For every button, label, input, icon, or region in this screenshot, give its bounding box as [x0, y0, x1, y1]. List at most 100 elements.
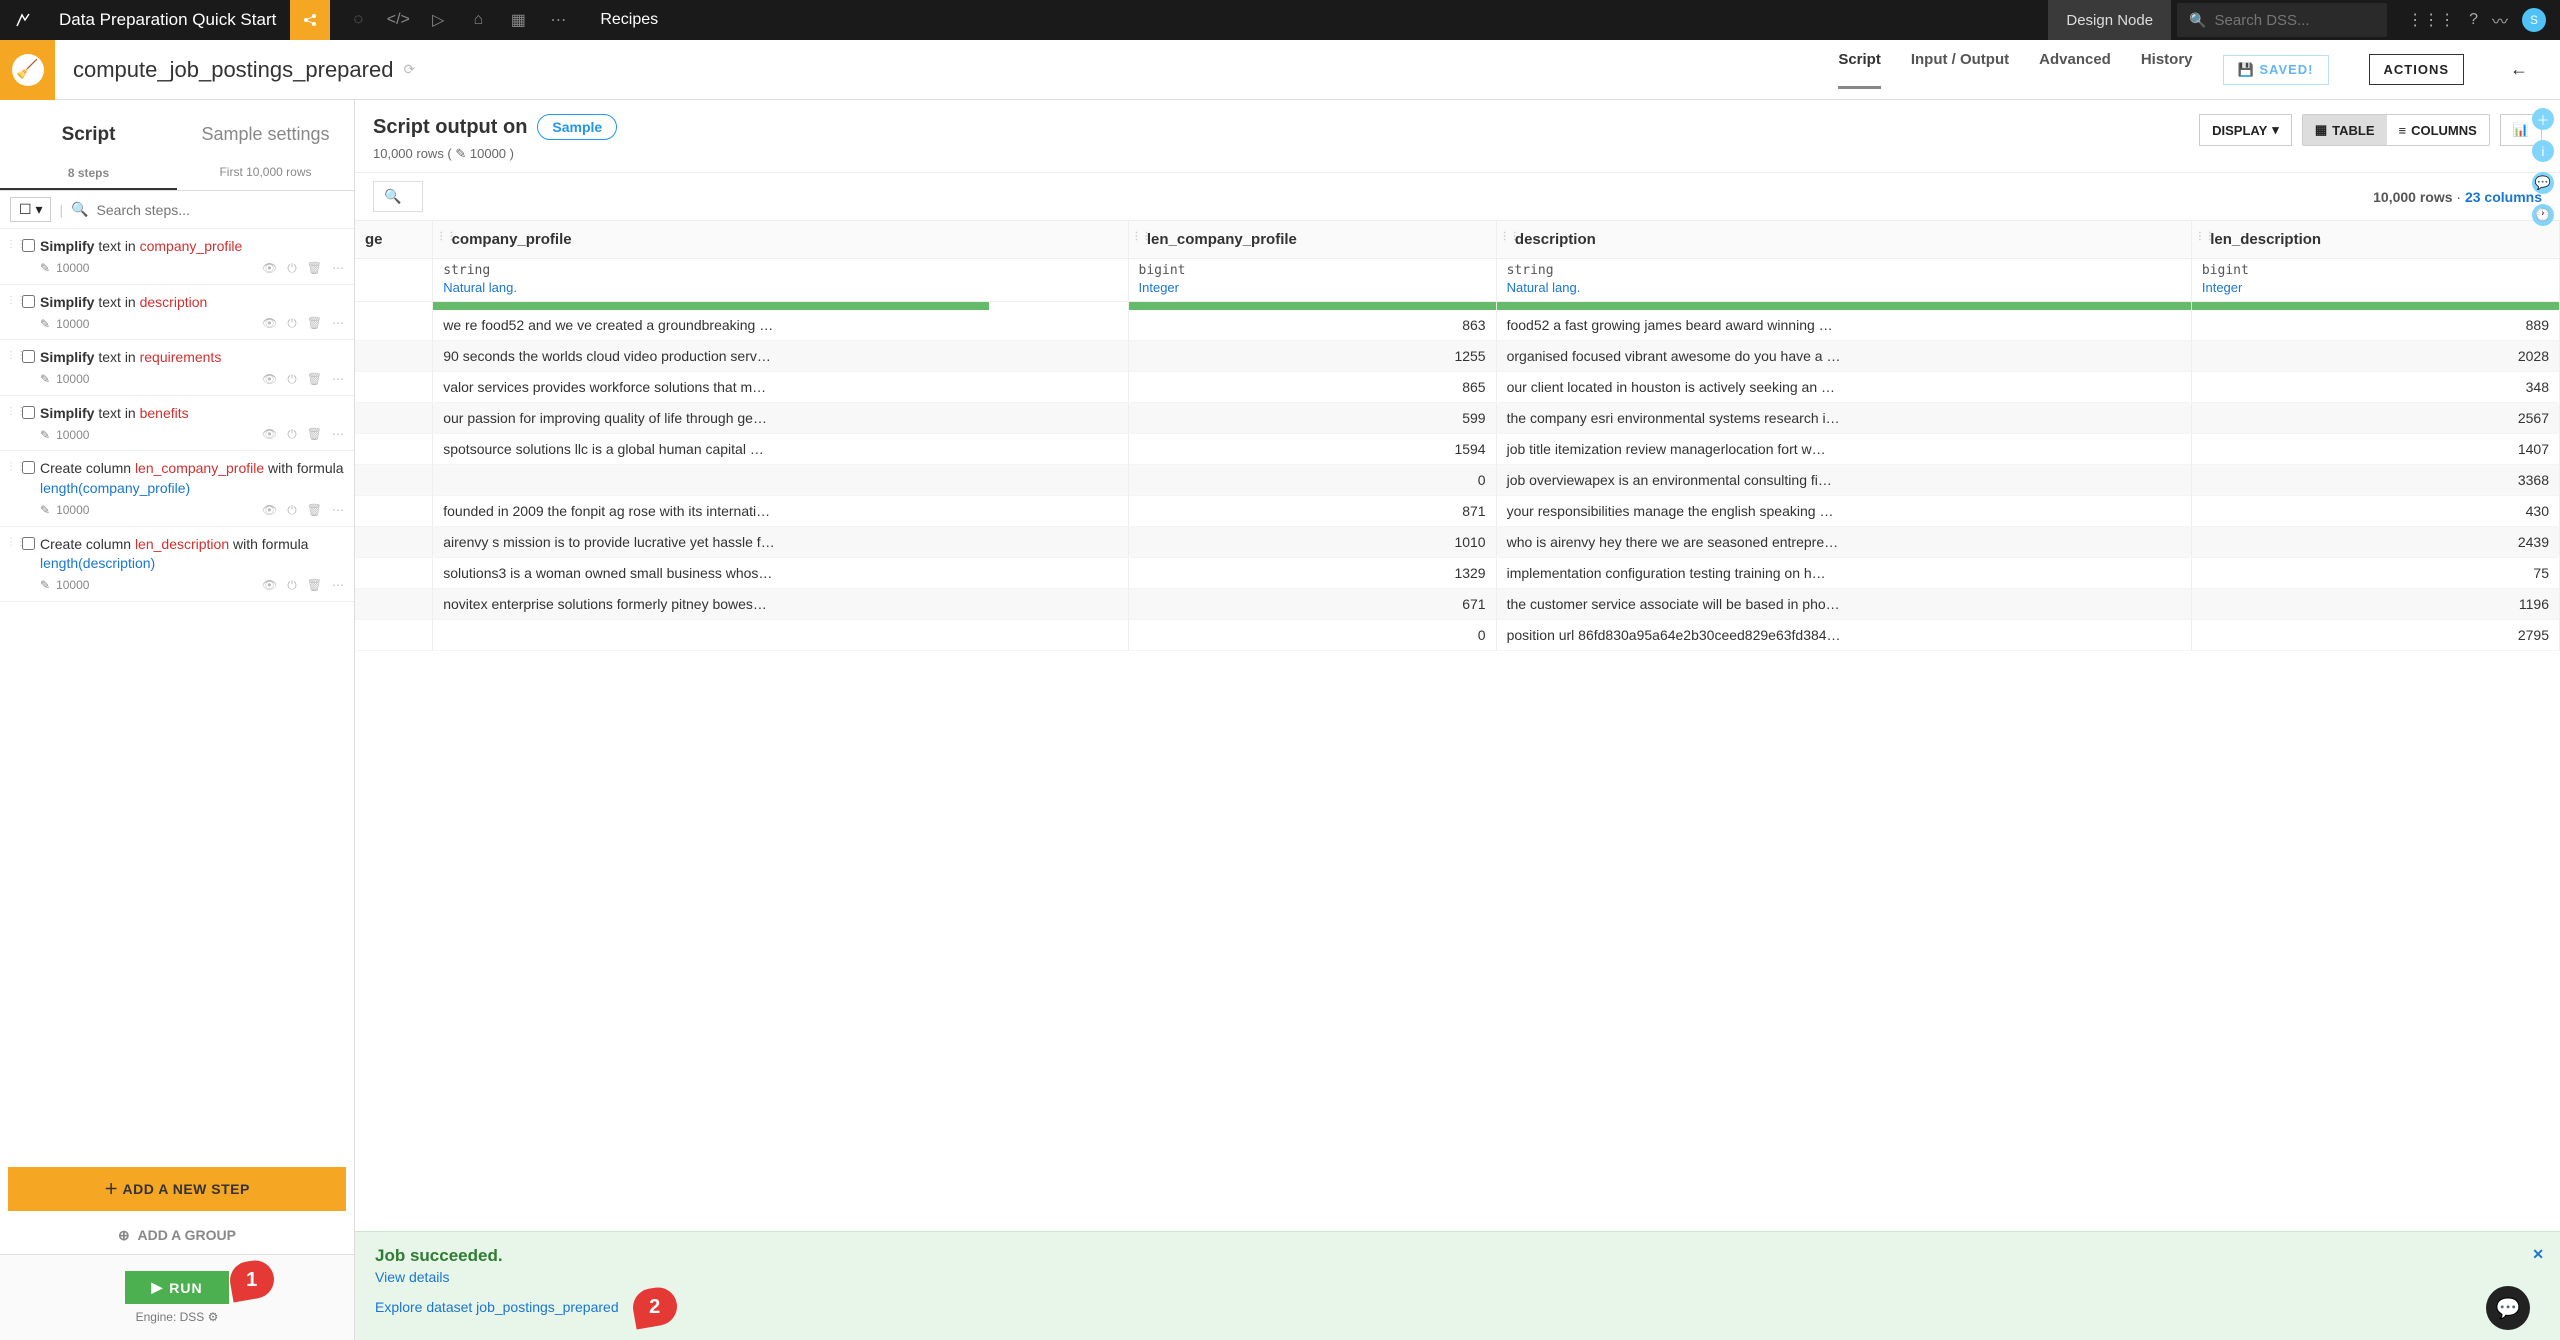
trash-icon[interactable]: 🗑: [307, 503, 322, 518]
power-icon[interactable]: ⏻: [287, 261, 297, 276]
column-header[interactable]: ⋮⋮ len_description: [2191, 221, 2559, 259]
table-cell[interactable]: 0: [1128, 465, 1496, 496]
explore-dataset-link[interactable]: Explore dataset job_postings_prepared: [375, 1299, 619, 1315]
table-cell[interactable]: 3368: [2191, 465, 2559, 496]
code-icon[interactable]: </>: [378, 0, 418, 40]
add-step-button[interactable]: ＋ ADD A NEW STEP: [8, 1167, 346, 1211]
script-tab[interactable]: Script 8 steps: [0, 100, 177, 190]
actions-button[interactable]: ACTIONS: [2369, 54, 2465, 85]
table-cell[interactable]: 0: [1128, 620, 1496, 651]
table-cell[interactable]: 865: [1128, 372, 1496, 403]
table-cell[interactable]: solutions3 is a woman owned small busine…: [433, 558, 1128, 589]
table-cell[interactable]: [433, 465, 1128, 496]
sample-button[interactable]: Sample: [537, 114, 617, 140]
column-semantic[interactable]: Integer: [2191, 280, 2559, 302]
table-cell[interactable]: food52 a fast growing james beard award …: [1496, 310, 2191, 341]
eye-icon[interactable]: 👁: [262, 578, 277, 593]
table-cell[interactable]: job title itemization review managerloca…: [1496, 434, 2191, 465]
step-checkbox[interactable]: [22, 295, 35, 308]
table-cell[interactable]: 75: [2191, 558, 2559, 589]
table-cell[interactable]: 1010: [1128, 527, 1496, 558]
search-input[interactable]: [2215, 12, 2376, 29]
table-cell[interactable]: 863: [1128, 310, 1496, 341]
table-cell[interactable]: implementation configuration testing tra…: [1496, 558, 2191, 589]
table-cell[interactable]: [433, 620, 1128, 651]
table-cell[interactable]: 90 seconds the worlds cloud video produc…: [433, 341, 1128, 372]
lab-icon[interactable]: ⌂: [458, 0, 498, 40]
design-node-label[interactable]: Design Node: [2048, 0, 2171, 40]
dataiku-logo[interactable]: [0, 0, 45, 40]
column-semantic[interactable]: Integer: [1128, 280, 1496, 302]
more-icon[interactable]: ⋯: [538, 0, 578, 40]
eye-icon[interactable]: 👁: [262, 316, 277, 331]
play-icon[interactable]: ▷: [418, 0, 458, 40]
table-cell[interactable]: position url 86fd830a95a64e2b30ceed829e6…: [1496, 620, 2191, 651]
more-icon[interactable]: ⋯: [332, 427, 344, 442]
table-cell[interactable]: 889: [2191, 310, 2559, 341]
power-icon[interactable]: ⏻: [287, 316, 297, 331]
apps-icon[interactable]: ⋮⋮⋮: [2407, 10, 2455, 30]
table-cell[interactable]: 1407: [2191, 434, 2559, 465]
help-icon[interactable]: ?: [2469, 11, 2478, 29]
power-icon[interactable]: ⏻: [287, 578, 297, 593]
table-cell[interactable]: job overviewapex is an environmental con…: [1496, 465, 2191, 496]
trash-icon[interactable]: 🗑: [307, 316, 322, 331]
table-cell[interactable]: airenvy s mission is to provide lucrativ…: [433, 527, 1128, 558]
more-icon[interactable]: ⋯: [332, 316, 344, 331]
section-label[interactable]: Recipes: [578, 11, 680, 29]
table-cell[interactable]: valor services provides workforce soluti…: [433, 372, 1128, 403]
table-cell[interactable]: your responsibilities manage the english…: [1496, 496, 2191, 527]
trash-icon[interactable]: 🗑: [307, 427, 322, 442]
step-checkbox[interactable]: [22, 537, 35, 550]
table-cell[interactable]: our passion for improving quality of lif…: [433, 403, 1128, 434]
table-cell[interactable]: we re food52 and we ve created a groundb…: [433, 310, 1128, 341]
more-icon[interactable]: ⋯: [332, 503, 344, 518]
global-search[interactable]: 🔍: [2177, 3, 2387, 37]
tab-history[interactable]: History: [2141, 51, 2193, 89]
step-item[interactable]: ⋮⋮ Create column len_company_profile wit…: [0, 451, 354, 526]
table-cell[interactable]: founded in 2009 the fonpit ag rose with …: [433, 496, 1128, 527]
eye-icon[interactable]: 👁: [262, 427, 277, 442]
eye-icon[interactable]: 👁: [262, 261, 277, 276]
step-checkbox[interactable]: [22, 350, 35, 363]
step-item[interactable]: ⋮⋮ Simplify text in company_profile ✎100…: [0, 229, 354, 285]
share-button[interactable]: [290, 0, 330, 40]
rail-info-icon[interactable]: i: [2532, 140, 2554, 162]
trash-icon[interactable]: 🗑: [307, 578, 322, 593]
step-checkbox[interactable]: [22, 406, 35, 419]
table-cell[interactable]: 599: [1128, 403, 1496, 434]
table-cell[interactable]: who is airenvy hey there we are seasoned…: [1496, 527, 2191, 558]
column-semantic[interactable]: Natural lang.: [1496, 280, 2191, 302]
table-cell[interactable]: our client located in houston is activel…: [1496, 372, 2191, 403]
rail-history-icon[interactable]: 🕐: [2532, 204, 2554, 226]
table-cell[interactable]: 2567: [2191, 403, 2559, 434]
activity-icon[interactable]: 〰: [2492, 8, 2508, 32]
table-cell[interactable]: organised focused vibrant awesome do you…: [1496, 341, 2191, 372]
column-header[interactable]: ⋮⋮ len_company_profile: [1128, 221, 1496, 259]
column-filter[interactable]: 🔍: [373, 181, 423, 212]
rail-chat-icon[interactable]: 💬: [2532, 172, 2554, 194]
table-cell[interactable]: 2439: [2191, 527, 2559, 558]
step-checkbox[interactable]: [22, 461, 35, 474]
eye-icon[interactable]: 👁: [262, 503, 277, 518]
dashboard-icon[interactable]: ▦: [498, 0, 538, 40]
table-cell[interactable]: spotsource solutions llc is a global hum…: [433, 434, 1128, 465]
more-icon[interactable]: ⋯: [332, 578, 344, 593]
tab-io[interactable]: Input / Output: [1911, 51, 2009, 89]
table-cell[interactable]: the customer service associate will be b…: [1496, 589, 2191, 620]
table-cell[interactable]: the company esri environmental systems r…: [1496, 403, 2191, 434]
eye-icon[interactable]: 👁: [262, 372, 277, 387]
circle-icon[interactable]: ◌: [338, 0, 378, 40]
table-cell[interactable]: novitex enterprise solutions formerly pi…: [433, 589, 1128, 620]
table-cell[interactable]: 1329: [1128, 558, 1496, 589]
more-icon[interactable]: ⋯: [332, 372, 344, 387]
table-cell[interactable]: 2795: [2191, 620, 2559, 651]
select-all-steps[interactable]: ☐ ▾: [10, 197, 51, 222]
trash-icon[interactable]: 🗑: [307, 261, 322, 276]
data-table[interactable]: ge⋮⋮ company_profile⋮⋮ len_company_profi…: [355, 221, 2560, 1231]
run-button[interactable]: ▶ RUN: [125, 1271, 228, 1304]
table-cell[interactable]: 1255: [1128, 341, 1496, 372]
rail-add-icon[interactable]: ＋: [2532, 108, 2554, 130]
sample-settings-tab[interactable]: Sample settings First 10,000 rows: [177, 100, 354, 190]
step-item[interactable]: ⋮⋮ Simplify text in benefits ✎10000 👁⏻🗑⋯: [0, 396, 354, 452]
